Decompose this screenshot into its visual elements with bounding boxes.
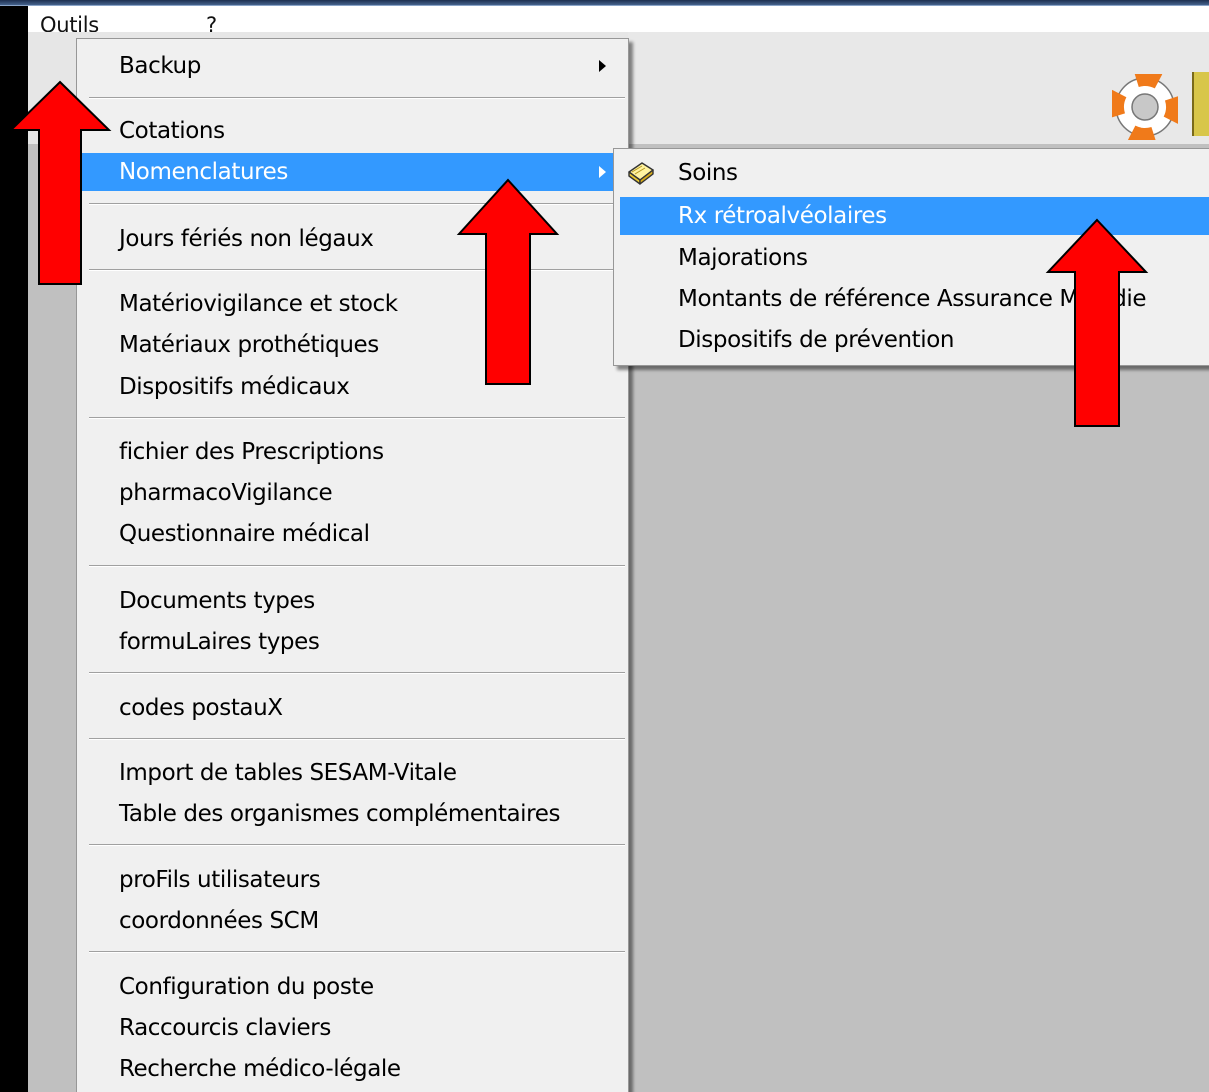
- menu-item-pharmacovigilance[interactable]: pharmacoVigilance: [77, 474, 628, 512]
- menu-item-prescriptions[interactable]: fichier des Prescriptions: [77, 433, 628, 471]
- menu-separator: [89, 97, 625, 99]
- toolbar-button[interactable]: [1192, 72, 1209, 136]
- menu-item-raccourcis[interactable]: Raccourcis claviers: [77, 1009, 628, 1047]
- menu-item-scm[interactable]: coordonnées SCM: [77, 902, 628, 940]
- menu-item-backup[interactable]: Backup: [77, 47, 628, 85]
- submenu-item-soins[interactable]: Soins: [620, 154, 1209, 192]
- menu-item-formulaires-types[interactable]: formuLaires types: [77, 623, 628, 661]
- menu-item-questionnaire[interactable]: Questionnaire médical: [77, 515, 628, 553]
- menu-item-recherche[interactable]: Recherche médico-légale: [77, 1050, 628, 1088]
- menu-separator: [89, 417, 625, 419]
- app-window: Outils ? Backup Cotations Nomenclatures …: [0, 0, 1209, 1092]
- menu-item-profils[interactable]: proFils utilisateurs: [77, 861, 628, 899]
- menu-item-configuration[interactable]: Configuration du poste: [77, 968, 628, 1006]
- menu-separator: [89, 844, 625, 846]
- annotation-arrow-icon: [1045, 218, 1149, 427]
- menu-item-documents-types[interactable]: Documents types: [77, 582, 628, 620]
- menu-item-import-sesam[interactable]: Import de tables SESAM-Vitale: [77, 754, 628, 792]
- menu-separator: [89, 565, 625, 567]
- menu-separator: [89, 738, 625, 740]
- menu-bar: Outils ?: [28, 6, 1209, 37]
- annotation-arrow-icon: [456, 178, 560, 385]
- menu-separator: [89, 951, 625, 953]
- book-icon: [628, 162, 654, 185]
- menu-item-codes-postaux[interactable]: codes postauX: [77, 689, 628, 727]
- menu-separator: [89, 672, 625, 674]
- menu-item-organismes[interactable]: Table des organismes complémentaires: [77, 795, 628, 833]
- submenu-arrow-icon: [599, 166, 606, 178]
- lifebuoy-icon[interactable]: [1112, 74, 1178, 140]
- submenu-arrow-icon: [599, 60, 606, 72]
- menu-item-cotations[interactable]: Cotations: [77, 112, 628, 150]
- annotation-arrow-icon: [8, 80, 112, 285]
